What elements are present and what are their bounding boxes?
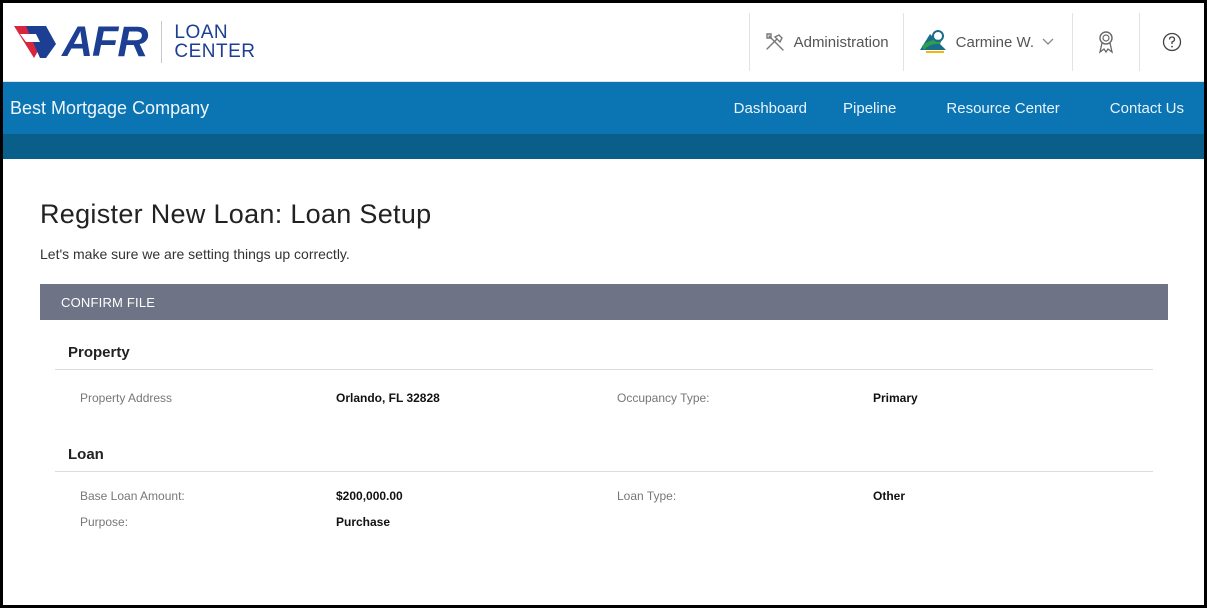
logo-sub-line2: CENTER xyxy=(174,41,256,62)
logo-text: AFR xyxy=(62,17,148,66)
occupancy-type-label: Occupancy Type: xyxy=(617,391,710,405)
nav-pipeline[interactable]: Pipeline xyxy=(825,100,914,117)
confirm-file-section-header: CONFIRM FILE xyxy=(40,284,1168,320)
nav-links: Dashboard Pipeline Resource Center Conta… xyxy=(716,100,1204,117)
property-heading: Property xyxy=(55,320,1153,370)
user-name: Carmine W. xyxy=(955,33,1034,51)
app-frame: AFR LOAN CENTER Administration Carmine W… xyxy=(0,0,1207,608)
loan-row: Base Loan Amount: $200,000.00 Loan Type:… xyxy=(55,489,1153,503)
administration-label: Administration xyxy=(793,33,889,51)
user-menu[interactable]: Carmine W. xyxy=(902,13,1072,71)
chevron-down-icon xyxy=(1042,38,1054,45)
help-button[interactable] xyxy=(1139,13,1204,71)
awards-button[interactable] xyxy=(1072,13,1139,71)
top-header: AFR LOAN CENTER Administration Carmine W… xyxy=(3,3,1204,82)
loan-group: Loan Base Loan Amount: $200,000.00 Loan … xyxy=(40,405,1168,529)
header-actions: Administration Carmine W. xyxy=(748,3,1204,81)
award-icon xyxy=(1098,31,1114,54)
administration-button[interactable]: Administration xyxy=(748,13,903,71)
company-name: Best Mortgage Company xyxy=(10,97,210,118)
base-loan-amount-value: $200,000.00 xyxy=(336,489,403,503)
nav-contact-us[interactable]: Contact Us xyxy=(1092,100,1204,117)
loan-heading: Loan xyxy=(55,405,1153,472)
occupancy-type-value: Primary xyxy=(873,391,918,405)
logo-divider xyxy=(161,21,163,63)
base-loan-amount-label: Base Loan Amount: xyxy=(80,489,185,503)
loan-row: Purpose: Purchase xyxy=(55,515,1153,529)
sub-nav-bar xyxy=(3,134,1204,159)
logo-sub-line1: LOAN xyxy=(174,22,229,43)
user-avatar-icon xyxy=(919,30,946,53)
loan-type-label: Loan Type: xyxy=(617,489,677,503)
purpose-value: Purchase xyxy=(336,515,391,529)
property-address-value: Orlando, FL 32828 xyxy=(336,391,440,405)
afr-logo-icon xyxy=(14,26,56,58)
property-address-label: Property Address xyxy=(80,391,173,405)
purpose-label: Purpose: xyxy=(80,515,129,529)
help-icon xyxy=(1162,32,1182,52)
page-subtitle: Let's make sure we are setting things up… xyxy=(40,246,350,262)
property-row: Property Address Orlando, FL 32828 Occup… xyxy=(55,391,1153,405)
page-title: Register New Loan: Loan Setup xyxy=(40,199,432,229)
logo-subtitle: LOAN CENTER xyxy=(174,23,255,61)
loan-type-value: Other xyxy=(873,489,906,503)
tools-icon xyxy=(765,33,784,51)
brand-logo[interactable]: AFR LOAN CENTER xyxy=(3,3,749,81)
nav-dashboard[interactable]: Dashboard xyxy=(716,100,825,117)
main-content: Register New Loan: Loan Setup Let's make… xyxy=(3,199,1204,529)
nav-resource-center[interactable]: Resource Center xyxy=(914,100,1091,117)
property-group: Property Property Address Orlando, FL 32… xyxy=(40,320,1168,405)
main-nav: Best Mortgage Company Dashboard Pipeline… xyxy=(3,82,1204,134)
